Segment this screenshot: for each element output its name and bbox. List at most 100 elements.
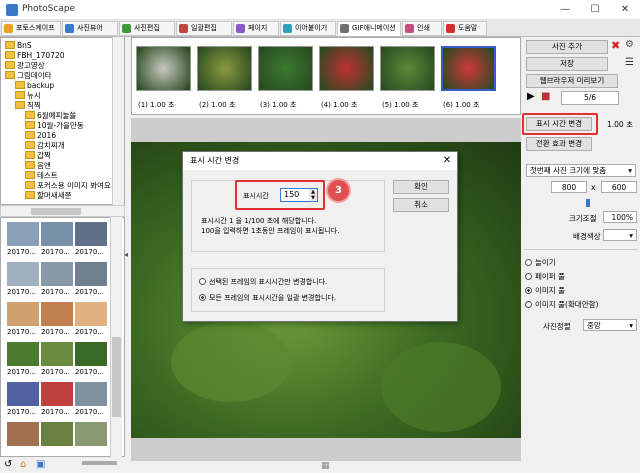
thumbnail[interactable]: [75, 302, 107, 326]
thumbnail[interactable]: [75, 222, 107, 246]
maximize-icon[interactable]: ☐: [580, 0, 610, 20]
thumbnail[interactable]: [41, 262, 73, 286]
tree-item[interactable]: 음앤: [25, 161, 51, 170]
up-icon[interactable]: ↺: [4, 459, 12, 470]
radio-icon[interactable]: [525, 273, 532, 280]
tab-label: 이어붙이기: [295, 24, 328, 32]
thumbnail[interactable]: [41, 302, 73, 326]
tree-item[interactable]: 6월예피눌쓸: [25, 111, 76, 120]
tab-4[interactable]: 일괄편집: [176, 21, 232, 36]
thumbnail[interactable]: [41, 382, 73, 406]
folder-icon[interactable]: ⌂: [20, 459, 26, 470]
tree-item[interactable]: 광고영상: [5, 61, 45, 70]
app-icon: [6, 4, 18, 16]
thumbnail-grid[interactable]: 20170... 20170... 20170... 20170... 20170...…: [0, 217, 125, 457]
add-photo-button[interactable]: 사진 추가: [526, 40, 608, 54]
thumbnail[interactable]: [75, 342, 107, 366]
tree-item[interactable]: 갑찍: [25, 151, 51, 160]
radio-icon[interactable]: [199, 294, 206, 301]
thumbnail[interactable]: [75, 422, 107, 446]
fit-option[interactable]: 이미지 풀(확대안함): [525, 299, 598, 310]
tree-item[interactable]: 그림데이타: [5, 71, 52, 80]
thumbnail[interactable]: [7, 222, 39, 246]
tree-scrollbar[interactable]: [112, 37, 124, 205]
thumbnail[interactable]: [41, 422, 73, 446]
thumbnail[interactable]: [7, 302, 39, 326]
tab-3[interactable]: 사진편집: [119, 21, 175, 36]
list-icon[interactable]: ☰: [625, 57, 634, 68]
radio-icon[interactable]: [525, 287, 532, 294]
tab-9[interactable]: 도움말: [443, 21, 487, 36]
tree-item[interactable]: backup: [15, 81, 54, 90]
scroll-thumb[interactable]: [112, 337, 121, 417]
transition-button[interactable]: 전환 효과 변경: [526, 137, 592, 151]
web-preview-button[interactable]: 웹브라우저 미리보기: [526, 74, 618, 88]
minimize-icon[interactable]: —: [550, 0, 580, 20]
zoom-input[interactable]: 100%: [603, 211, 637, 223]
tab-8[interactable]: 인쇄: [402, 21, 442, 36]
frame-thumbnail[interactable]: [258, 46, 313, 91]
grid-icon[interactable]: ▦: [321, 461, 330, 471]
height-input[interactable]: 600: [601, 181, 637, 193]
frame-thumbnail[interactable]: [441, 46, 496, 91]
tree-item-label: FBH_170720: [17, 51, 65, 60]
frame-thumbnail[interactable]: [319, 46, 374, 91]
tab-5[interactable]: 페이지: [233, 21, 279, 36]
align-select[interactable]: 중앙 ▾: [583, 319, 637, 331]
frame-thumbnail[interactable]: [380, 46, 435, 91]
tree-item[interactable]: FBH_170720: [5, 51, 64, 60]
cancel-button[interactable]: 취소: [393, 198, 449, 212]
thumbnail[interactable]: [75, 382, 107, 406]
delete-icon[interactable]: ✖: [611, 39, 620, 52]
save-button[interactable]: 저장: [526, 57, 608, 71]
radio-icon[interactable]: [525, 301, 532, 308]
thumbnail[interactable]: [7, 422, 39, 446]
thumb-size-slider[interactable]: [82, 461, 117, 465]
tree-item[interactable]: 2016: [25, 131, 56, 140]
tab-1[interactable]: 포토스케이프: [1, 21, 61, 36]
tab-6[interactable]: 이어붙이기: [280, 21, 336, 36]
scroll-thumb[interactable]: [31, 208, 81, 215]
view-icon[interactable]: ▣: [36, 459, 45, 470]
thumbnail-scrollbar[interactable]: [110, 217, 122, 457]
play-icon[interactable]: ▶: [527, 91, 535, 102]
thumbnail[interactable]: [7, 262, 39, 286]
option-all-frames[interactable]: 모든 프레임의 표시시간을 일괄 변경합니다.: [199, 294, 336, 303]
thumbnail[interactable]: [7, 342, 39, 366]
close-icon[interactable]: ✕: [610, 0, 640, 20]
fit-option[interactable]: 이미지 풀: [525, 285, 565, 296]
tree-item[interactable]: 감치찌개: [25, 141, 65, 150]
tree-item[interactable]: 10월-가을만동: [25, 121, 84, 130]
dialog-close-icon[interactable]: ✕: [437, 152, 457, 170]
option-selected-frame[interactable]: 선택된 프레임의 표시시간만 변경합니다.: [199, 278, 327, 287]
ok-button[interactable]: 확인: [393, 180, 449, 194]
tree-item[interactable]: 테스트: [25, 171, 58, 180]
tree-item[interactable]: 포커스용 이미지 봐여요: [25, 181, 111, 190]
thumbnail[interactable]: [41, 222, 73, 246]
fit-option[interactable]: 늘이기: [525, 257, 556, 268]
frame-strip[interactable]: (1) 1.00 초 (2) 1.00 초 (3) 1.00 초 (4) 1.00 초…: [131, 37, 521, 115]
tree-item[interactable]: 할머새새쭌: [25, 191, 72, 200]
slider-thumb[interactable]: [586, 199, 590, 207]
radio-icon[interactable]: [199, 278, 206, 285]
tab-7[interactable]: GIF애니메이션: [337, 21, 401, 36]
size-mode-select[interactable]: 첫번째 사진 크기에 맞춤 ▾: [526, 164, 636, 177]
frame-thumbnail[interactable]: [136, 46, 191, 91]
tree-item[interactable]: 뉴시: [15, 91, 41, 100]
collapse-arrow-icon[interactable]: ◂: [124, 250, 128, 259]
width-input[interactable]: 800: [551, 181, 587, 193]
radio-icon[interactable]: [525, 259, 532, 266]
tab-2[interactable]: 사진뷰어: [62, 21, 118, 36]
tree-horizontal-scrollbar[interactable]: [0, 205, 125, 217]
tree-item[interactable]: 직찍: [15, 101, 41, 110]
tree-item[interactable]: BnS: [5, 41, 32, 50]
folder-tree[interactable]: BnS FBH_170720 광고영상 그림데이타 backup 뉴시 직찍 6월예피눌쓸 10…: [0, 37, 125, 205]
thumbnail[interactable]: [75, 262, 107, 286]
stop-icon[interactable]: ■: [541, 91, 550, 102]
bg-color-select[interactable]: ▾: [603, 229, 637, 241]
thumbnail[interactable]: [7, 382, 39, 406]
settings-icon[interactable]: ⚙: [625, 39, 634, 50]
frame-thumbnail[interactable]: [197, 46, 252, 91]
thumbnail[interactable]: [41, 342, 73, 366]
fit-option[interactable]: 페이퍼 풀: [525, 271, 565, 282]
